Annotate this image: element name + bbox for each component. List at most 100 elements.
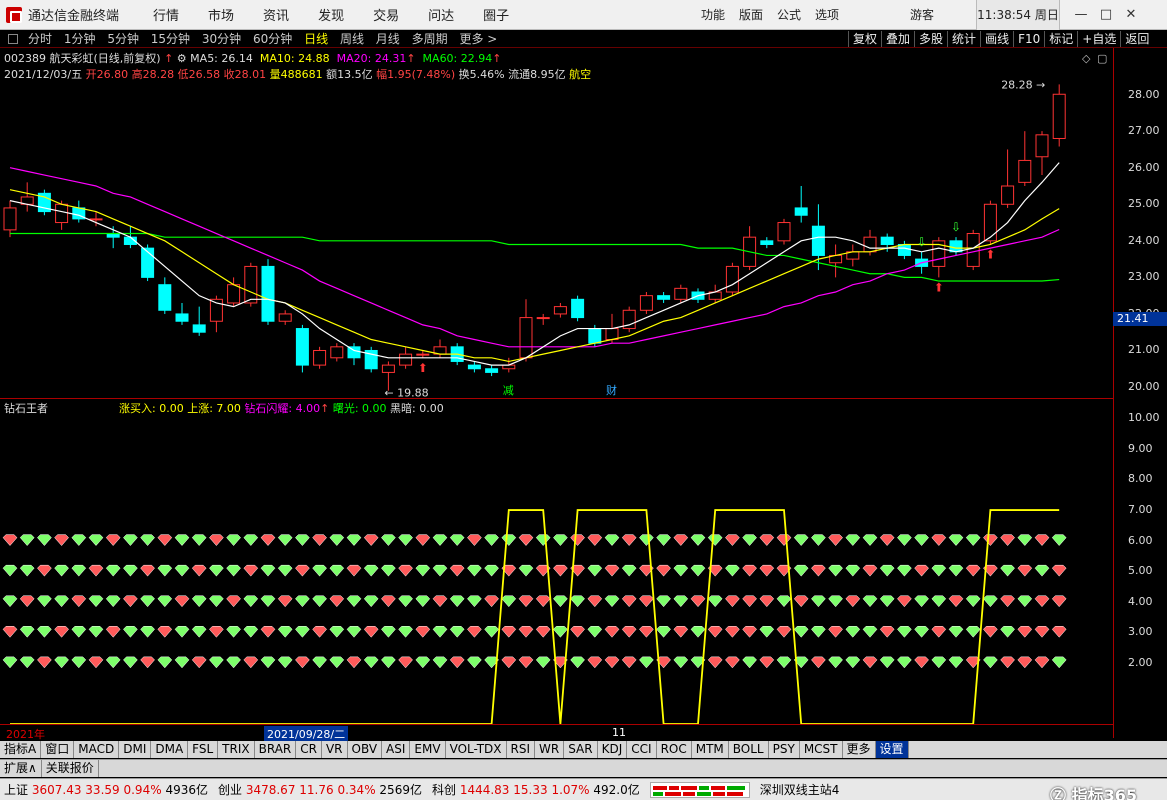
period-weekly[interactable]: 周线 (336, 32, 368, 46)
menu-jiaoyi[interactable]: 交易 (361, 5, 416, 24)
menu-gongneng[interactable]: 功能 (694, 6, 732, 23)
diamond-icon (37, 534, 52, 546)
tool-zixuan[interactable]: +自选 (1077, 30, 1120, 47)
tab-7[interactable]: BRAR (255, 741, 297, 758)
tab-19[interactable]: ROC (657, 741, 692, 758)
tab-5[interactable]: FSL (188, 741, 219, 758)
menu-hangqing[interactable]: 行情 (141, 5, 196, 24)
diamond-icon (862, 534, 878, 546)
period-multi[interactable]: 多周期 (408, 32, 452, 46)
tab-22[interactable]: PSY (769, 741, 800, 758)
diamond-icon (19, 626, 35, 638)
menu-shichang[interactable]: 市场 (196, 5, 251, 24)
menu-zixun[interactable]: 资讯 (251, 5, 306, 24)
tab-2[interactable]: MACD (74, 741, 120, 758)
maximize-icon[interactable]: □ (1097, 6, 1115, 24)
layout-toggle-icon[interactable] (8, 33, 18, 44)
tab-20[interactable]: MTM (692, 741, 729, 758)
tab-24[interactable]: 更多 (843, 741, 876, 758)
tab-9[interactable]: VR (322, 741, 348, 758)
tab-25[interactable]: 设置 (875, 741, 909, 758)
diamond-icon (363, 595, 379, 608)
tab-related-quote[interactable]: 关联报价 (42, 760, 99, 777)
indicator-name[interactable]: 钻石王者 (4, 402, 48, 415)
tab-14[interactable]: RSI (507, 741, 536, 758)
tab-10[interactable]: OBV (348, 741, 383, 758)
candle-body (811, 225, 825, 256)
diamond-icon (742, 595, 757, 608)
indicator-tick: 4.00 (1128, 594, 1153, 608)
diamond-icon (363, 656, 379, 669)
close-icon[interactable]: ✕ (1122, 6, 1140, 24)
tab-1[interactable]: 窗口 (41, 741, 75, 758)
period-5min[interactable]: 5分钟 (103, 32, 143, 46)
diamond-icon (467, 564, 482, 577)
period-daily[interactable]: 日线 (300, 32, 332, 46)
diamond-icon (398, 656, 413, 669)
tab-3[interactable]: DMI (119, 741, 152, 758)
menu-wenda[interactable]: 问达 (416, 5, 471, 24)
diamond-icon (1034, 626, 1050, 638)
diamond-icon (157, 626, 173, 638)
menu-gongshi[interactable]: 公式 (770, 6, 808, 23)
tool-biaoji[interactable]: 标记 (1044, 30, 1077, 47)
menu-banmian[interactable]: 版面 (732, 6, 770, 23)
menu-xuanxiang[interactable]: 选项 (808, 6, 846, 23)
guest-login[interactable]: 游客 (910, 6, 934, 23)
diamond-icon (914, 626, 929, 638)
diamond-toggle-icon[interactable]: ◇ (1082, 52, 1090, 65)
indicator-chart[interactable] (0, 400, 1113, 724)
diamond-icon (54, 534, 69, 546)
diamond-icon (381, 564, 396, 577)
period-30min[interactable]: 30分钟 (198, 32, 245, 46)
tab-8[interactable]: CR (296, 741, 322, 758)
tab-16[interactable]: SAR (564, 741, 598, 758)
period-monthly[interactable]: 月线 (372, 32, 404, 46)
ma5-line (9, 162, 1060, 366)
tab-21[interactable]: BOLL (729, 741, 769, 758)
tab-11[interactable]: ASI (382, 741, 411, 758)
minimize-icon[interactable]: — (1072, 6, 1090, 24)
tab-17[interactable]: KDJ (598, 741, 628, 758)
tool-fuquan[interactable]: 复权 (848, 30, 881, 47)
diamond-icon (690, 564, 706, 577)
server-name[interactable]: 深圳双线主站4 (760, 781, 840, 798)
tab-18[interactable]: CCI (627, 741, 657, 758)
diamond-icon (845, 564, 861, 577)
panel-toggle-icon[interactable]: ▢ (1097, 52, 1107, 65)
tool-huaxian[interactable]: 画线 (980, 30, 1013, 47)
diamond-icon (690, 595, 706, 608)
tab-0[interactable]: 指标A (0, 741, 42, 758)
tab-23[interactable]: MCST (800, 741, 843, 758)
tab-12[interactable]: EMV (410, 741, 446, 758)
mark-cai: 财 (606, 383, 617, 397)
diamond-icon (432, 534, 448, 546)
candle-body (897, 243, 911, 256)
tool-duogu[interactable]: 多股 (914, 30, 947, 47)
tab-15[interactable]: WR (535, 741, 565, 758)
candlestick-chart[interactable]: 28.28 → ← 19.88 减 财 ⬆ ⬆ ⬆ ⇩ ⇩ (0, 80, 1113, 398)
tool-diejia[interactable]: 叠加 (881, 30, 914, 47)
period-fenshi[interactable]: 分时 (24, 32, 56, 46)
tool-tongji[interactable]: 统计 (947, 30, 980, 47)
diamond-icon (1051, 534, 1067, 546)
diamond-icon (879, 656, 895, 669)
settings-icon[interactable]: ⚙ (177, 52, 187, 65)
period-60min[interactable]: 60分钟 (249, 32, 296, 46)
tab-expand[interactable]: 扩展∧ (0, 760, 42, 777)
index-cy[interactable]: 创业 3478.67 11.76 0.34% 2569亿 (218, 781, 422, 798)
diamond-icon (570, 656, 585, 669)
tab-6[interactable]: TRIX (218, 741, 255, 758)
period-15min[interactable]: 15分钟 (147, 32, 194, 46)
period-more[interactable]: 更多 > (455, 32, 501, 46)
diamond-icon (277, 534, 293, 546)
tab-13[interactable]: VOL-TDX (446, 741, 507, 758)
menu-quanzi[interactable]: 圈子 (471, 5, 526, 24)
menu-faxian[interactable]: 发现 (306, 5, 361, 24)
period-1min[interactable]: 1分钟 (60, 32, 100, 46)
index-sh[interactable]: 上证 3607.43 33.59 0.94% 4936亿 (4, 781, 208, 798)
index-kc[interactable]: 科创 1444.83 15.33 1.07% 492.0亿 (432, 781, 640, 798)
tab-4[interactable]: DMA (151, 741, 189, 758)
tool-f10[interactable]: F10 (1013, 30, 1044, 47)
tool-fanhui[interactable]: 返回 (1120, 30, 1153, 47)
